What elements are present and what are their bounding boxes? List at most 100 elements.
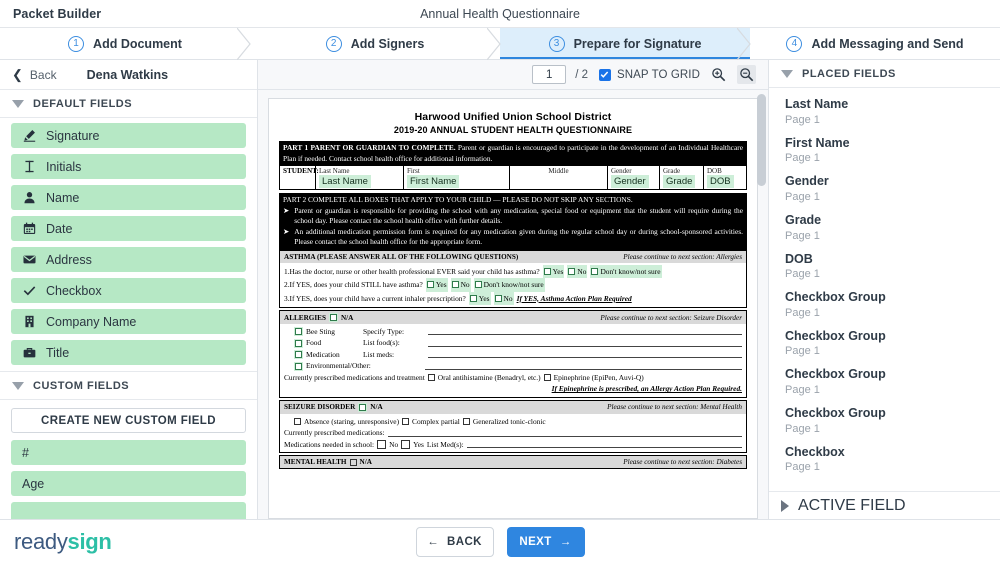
placed-fields-section-header[interactable]: PLACED FIELDS — [769, 60, 1000, 88]
scrollbar-thumb[interactable] — [757, 94, 766, 186]
checkbox-group-overlay[interactable] — [294, 362, 303, 371]
list-item[interactable]: Gender Page 1 — [769, 174, 1000, 213]
default-fields-section-header[interactable]: DEFAULT FIELDS — [0, 90, 257, 118]
checkbox-group-overlay[interactable]: Yes — [426, 278, 448, 291]
checkbox-group-overlay[interactable]: No — [451, 278, 471, 291]
custom-field-age[interactable]: Age — [11, 471, 246, 496]
field-label: # — [22, 446, 29, 460]
step-number: 1 — [68, 36, 84, 52]
page-number-input[interactable] — [532, 65, 566, 84]
seizure-na-label: N/A — [370, 403, 382, 411]
seizure-meds-line: Currently prescribed medications: — [284, 427, 742, 438]
list-item[interactable]: DOB Page 1 — [769, 252, 1000, 291]
back-link[interactable]: ❮ Back — [12, 68, 57, 82]
checkbox-icon[interactable] — [402, 418, 409, 425]
field-date[interactable]: Date — [11, 216, 246, 241]
checkbox-icon — [295, 340, 302, 347]
checkbox-icon[interactable] — [350, 459, 357, 466]
checkbox-icon[interactable] — [544, 374, 551, 381]
allergy-prompt: List meds: — [363, 349, 425, 360]
checkbox-icon[interactable] — [377, 440, 386, 449]
chevron-left-icon: ❮ — [12, 68, 23, 81]
custom-field-hash[interactable]: # — [11, 440, 246, 465]
create-new-custom-field-button[interactable]: CREATE NEW CUSTOM FIELD — [11, 408, 246, 433]
list-item[interactable]: Checkbox Group Page 1 — [769, 406, 1000, 445]
field-company-name[interactable]: Company Name — [11, 309, 246, 334]
placed-field-name: First Name — [785, 136, 1000, 152]
allergy-row-medication: Medication List meds: — [284, 349, 742, 360]
doc-heading-subtitle: 2019-20 ANNUAL STUDENT HEALTH QUESTIONNA… — [279, 125, 747, 135]
next-button-label: NEXT — [519, 536, 551, 548]
checkbox-group-overlay[interactable] — [294, 339, 303, 348]
field-title[interactable]: Title — [11, 340, 246, 365]
list-item[interactable]: Checkbox Group Page 1 — [769, 367, 1000, 406]
snap-to-grid-label: SNAP TO GRID — [617, 69, 700, 81]
placed-field-overlay-dob[interactable]: DOB — [707, 175, 734, 188]
checkbox-icon — [295, 351, 302, 358]
checkbox-group-overlay[interactable] — [294, 350, 303, 359]
field-address[interactable]: Address — [11, 247, 246, 272]
allergy-name: Medication — [306, 349, 360, 360]
checkbox-group-overlay[interactable]: No — [494, 292, 514, 305]
table-row: STUDENT: Last Name Last Name First First… — [280, 166, 746, 189]
field-initials[interactable]: Initials — [11, 154, 246, 179]
field-signature[interactable]: Signature — [11, 123, 246, 148]
briefcase-icon — [22, 346, 37, 359]
placed-field-overlay-grade[interactable]: Grade — [663, 175, 695, 188]
field-label: Initials — [46, 160, 81, 174]
chevron-down-icon — [12, 100, 24, 108]
checkbox-icon[interactable] — [463, 418, 470, 425]
chevron-down-icon — [12, 382, 24, 390]
checkbox-group-overlay[interactable]: Don't know/not sure — [590, 265, 661, 278]
checkbox-icon[interactable] — [428, 374, 435, 381]
part2-bullet-2: An additional medication permission form… — [294, 227, 743, 248]
seizure-title: SEIZURE DISORDER — [284, 403, 355, 411]
checkbox-overlay-na[interactable] — [358, 403, 367, 412]
step-number: 3 — [549, 36, 565, 52]
allergy-name: Environmental/Other: — [306, 360, 422, 371]
step-add-document[interactable]: 1 Add Document — [0, 28, 250, 59]
list-item[interactable]: First Name Page 1 — [769, 136, 1000, 175]
custom-field-partial[interactable] — [11, 502, 246, 519]
checkbox-group-overlay[interactable]: Yes — [469, 292, 491, 305]
doc-heading-district: Harwood Unified Union School District — [279, 111, 747, 123]
checkbox-group-overlay[interactable] — [294, 327, 303, 336]
checkbox-group-overlay[interactable]: Yes — [543, 265, 565, 278]
list-item[interactable]: Grade Page 1 — [769, 213, 1000, 252]
list-item[interactable]: Checkbox Group Page 1 — [769, 290, 1000, 329]
active-field-section-header[interactable]: ACTIVE FIELD — [769, 491, 1000, 519]
step-add-signers[interactable]: 2 Add Signers — [250, 28, 500, 59]
checkbox-group-overlay[interactable]: No — [567, 265, 587, 278]
step-prepare-for-signature[interactable]: 3 Prepare for Signature — [500, 28, 750, 59]
placed-field-overlay-first-name[interactable]: First Name — [407, 175, 459, 188]
chevron-down-icon — [781, 70, 793, 78]
field-checkbox[interactable]: Checkbox — [11, 278, 246, 303]
custom-fields-section-header[interactable]: CUSTOM FIELDS — [0, 372, 257, 400]
list-item[interactable]: Last Name Page 1 — [769, 97, 1000, 136]
checkbox-icon[interactable] — [401, 440, 410, 449]
option-label: No — [577, 266, 586, 277]
snap-to-grid-toggle[interactable]: SNAP TO GRID — [599, 69, 700, 81]
viewer-scrollbar[interactable] — [757, 94, 766, 515]
fields-sidebar: ❮ Back Dena Watkins DEFAULT FIELDS Signa… — [0, 60, 258, 519]
step-divider-icon — [487, 28, 501, 59]
back-button[interactable]: ← BACK — [416, 527, 494, 557]
mental-health-title: MENTAL HEALTH — [284, 458, 347, 466]
write-in-line — [388, 430, 742, 437]
checkbox-overlay-na[interactable] — [329, 313, 338, 322]
option-label: Yes — [479, 293, 490, 304]
placed-field-overlay-gender[interactable]: Gender — [611, 175, 649, 188]
list-item[interactable]: Checkbox Group Page 1 — [769, 329, 1000, 368]
document-page[interactable]: Harwood Unified Union School District 20… — [268, 98, 758, 519]
checkbox-icon[interactable] — [294, 418, 301, 425]
step-add-messaging-and-send[interactable]: 4 Add Messaging and Send — [750, 28, 1000, 59]
field-name[interactable]: Name — [11, 185, 246, 210]
zoom-out-icon[interactable] — [737, 65, 756, 84]
step-divider-icon — [237, 28, 251, 59]
zoom-in-icon[interactable] — [709, 65, 728, 84]
list-item[interactable]: Checkbox Page 1 — [769, 445, 1000, 484]
next-button[interactable]: NEXT → — [507, 527, 585, 557]
checkbox-group-overlay[interactable]: Don't know/not sure — [474, 278, 545, 291]
part1-heading: PART 1 PARENT OR GUARDIAN TO COMPLETE. — [283, 143, 456, 152]
placed-field-overlay-last-name[interactable]: Last Name — [319, 175, 371, 188]
